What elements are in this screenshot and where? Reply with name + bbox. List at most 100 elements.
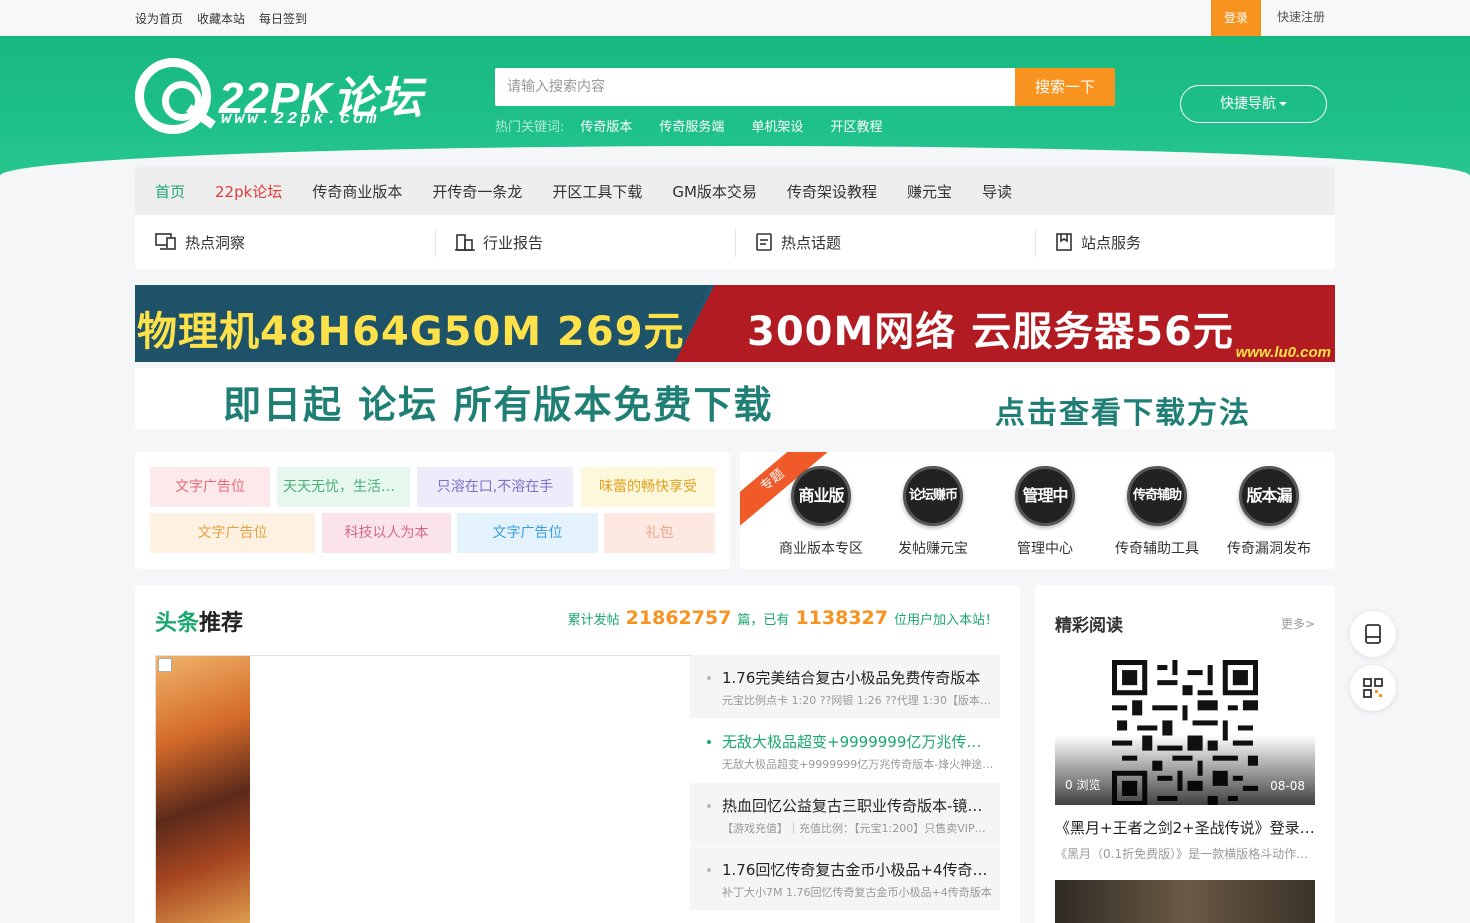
bugs-zone-icon: 版本漏洞 — [1239, 466, 1299, 559]
zone-label: 商业版本专区 — [779, 541, 863, 557]
site-stats: 累计发帖 21862757 篇，已有 1138327 位用户加入本站！ — [568, 607, 998, 629]
text-ad[interactable]: 天天无忧，生活无忧 — [277, 467, 410, 507]
text-ad[interactable]: 科技以人为本 — [322, 513, 451, 553]
quick-nav-button[interactable]: 快捷导航 — [1180, 85, 1327, 123]
stats-prefix: 累计发帖 — [567, 613, 620, 628]
list-item[interactable]: 1.76回忆传奇复古金币小极品+4传奇版本 补丁大小7M 1.76回忆传奇复古金… — [690, 847, 1000, 911]
subnav-item-service[interactable]: 站点服务 — [1035, 215, 1335, 269]
list-item[interactable]: 1.76完美结合复古小极品免费传奇版本 元宝比例点卡 1:20 ??网银 1:2… — [690, 655, 1000, 719]
list-item-title: 热血回忆公益复古三职业传奇版本-镜像服 — [722, 797, 994, 815]
text-ad[interactable]: 文字广告位 — [150, 513, 315, 553]
free-download-banner[interactable]: 即日起 论坛 所有版本免费下载 点击查看下载方法 — [135, 368, 1335, 429]
qrcode-float-button[interactable] — [1350, 665, 1396, 711]
sub-nav: 热点洞察 行业报告 热点话题 站点服务 — [135, 215, 1335, 269]
text-ad[interactable]: 只溶在口,不溶在手 — [417, 467, 573, 507]
zone-label: 发帖赚元宝 — [898, 541, 968, 557]
headline-list: 1.76完美结合复古小极品免费传奇版本 元宝比例点卡 1:20 ??网银 1:2… — [690, 655, 1000, 911]
post-count: 21862757 — [625, 607, 732, 629]
text-ad[interactable]: 味蕾的畅快享受 — [581, 467, 715, 507]
nav-item-commercial[interactable]: 传奇商业版本 — [312, 181, 402, 202]
subnav-item-insight[interactable]: 热点洞察 — [135, 215, 435, 269]
subnav-label: 热点洞察 — [185, 233, 246, 252]
hot-keywords-label: 热门关键词: — [495, 120, 565, 135]
bookmark-site-link[interactable]: 收藏本站 — [197, 10, 245, 27]
zone-earn[interactable]: 论坛赚币区 发帖赚元宝 — [877, 466, 989, 558]
list-item[interactable]: 热血回忆公益复古三职业传奇版本-镜像服 【游戏充值】｜充值比例：【元宝1:200… — [690, 783, 1000, 847]
logo-mark-icon — [135, 58, 211, 134]
stats-mid: 篇，已有 — [737, 613, 790, 628]
view-count: 0 浏览 — [1065, 778, 1101, 792]
qrcode-icon — [1363, 678, 1383, 698]
nav-item-tutorial[interactable]: 传奇架设教程 — [787, 181, 877, 202]
user-count: 1138327 — [795, 607, 888, 629]
daily-checkin-link[interactable]: 每日签到 — [259, 10, 307, 27]
banner-left-text: 物理机48H64G50M 269元 — [137, 309, 685, 355]
article-desc: 《黑月（0.1折免费版）》是一款横版格斗动作手游 — [1055, 847, 1315, 861]
monitor-icon — [155, 233, 176, 250]
subnav-label: 热点话题 — [781, 233, 842, 252]
nav-item-one-stop[interactable]: 开传奇一条龙 — [432, 181, 522, 202]
nav-item-home[interactable]: 首页 — [155, 181, 185, 202]
nav-item-tools[interactable]: 开区工具下载 — [552, 181, 642, 202]
zone-commercial[interactable]: 商业版本 商业版本专区 — [765, 466, 877, 559]
admin-zone-icon: 管理中心 — [1015, 466, 1075, 559]
banner2-right-text: 点击查看下载方法 — [995, 396, 1251, 429]
login-button[interactable]: 登录 — [1210, 0, 1261, 40]
text-ad[interactable]: 礼包 — [604, 513, 715, 553]
hot-keyword[interactable]: 开区教程 — [830, 116, 882, 135]
bookmark-icon — [1056, 233, 1072, 251]
subnav-item-topic[interactable]: 热点话题 — [735, 215, 1035, 269]
nav-item-forum[interactable]: 22pk论坛 — [215, 181, 282, 202]
headline-title-green: 头条 — [155, 611, 200, 636]
logo-url: www.22pk.com — [221, 110, 380, 129]
headline-image[interactable] — [155, 655, 690, 923]
subnav-item-report[interactable]: 行业报告 — [435, 215, 735, 269]
headline-panel: 头条推荐 累计发帖 21862757 篇，已有 1138327 位用户加入本站！… — [135, 585, 1020, 923]
list-item-desc: 无敌大极品超变+9999999亿万兆传奇版本-烽火神途-传奇 — [722, 758, 994, 771]
reading-card[interactable]: 0 浏览 08-08 — [1055, 655, 1315, 805]
search-input[interactable] — [495, 68, 1015, 106]
text-ad-panel: 文字广告位 天天无忧，生活无忧 只溶在口,不溶在手 味蕾的畅快享受 文字广告位 … — [135, 452, 730, 569]
headline-title-dark: 推荐 — [199, 611, 244, 636]
account-links: 登录 快速注册 — [1210, 0, 1325, 40]
post-date: 08-08 — [1270, 779, 1305, 793]
list-item[interactable]: 无敌大极品超变+9999999亿万兆传奇版本 无敌大极品超变+9999999亿万… — [690, 719, 1000, 783]
zone-bugs[interactable]: 版本漏洞 传奇漏洞发布 — [1213, 466, 1325, 559]
tablet-float-button[interactable] — [1350, 611, 1396, 657]
hot-keyword[interactable]: 传奇服务端 — [659, 116, 724, 135]
site-logo[interactable]: 22PK论坛 www.22pk.com — [135, 58, 435, 138]
quick-nav-label: 快捷导航 — [1220, 96, 1276, 112]
reading-card-image[interactable] — [1055, 880, 1315, 923]
list-item-desc: 【游戏充值】｜充值比例：【元宝1:200】只售卖VIP会员 — [722, 822, 994, 835]
top-bar: 设为首页 收藏本站 每日签到 登录 快速注册 — [0, 0, 1470, 40]
main-nav: 首页 22pk论坛 传奇商业版本 开传奇一条龙 开区工具下载 GM版本交易 传奇… — [135, 167, 1335, 215]
server-ad-banner[interactable]: 物理机48H64G50M 269元 300M网络 云服务器56元 www.lu0… — [135, 285, 1335, 362]
text-ad[interactable]: 文字广告位 — [150, 467, 270, 507]
hot-keyword[interactable]: 单机架设 — [751, 116, 803, 135]
zone-tools[interactable]: 传奇辅助区 传奇辅助工具 — [1101, 466, 1213, 558]
list-item-title: 无敌大极品超变+9999999亿万兆传奇版本 — [722, 733, 994, 751]
zone-label: 传奇漏洞发布 — [1227, 541, 1311, 557]
hot-keyword[interactable]: 传奇版本 — [580, 116, 632, 135]
text-ad[interactable]: 文字广告位 — [457, 513, 598, 553]
list-item-desc: 补丁大小7M 1.76回忆传奇复古金币小极品+4传奇版本 — [722, 886, 992, 899]
feature-zones: 专题 商业版本 商业版本专区 论坛赚币区 发帖赚元宝 管理中心 管理中心 传奇辅… — [740, 452, 1335, 569]
banner-right-text: 300M网络 云服务器56元 — [747, 309, 1234, 355]
reading-title: 精彩阅读 — [1055, 616, 1123, 636]
subnav-label: 站点服务 — [1081, 233, 1142, 252]
article-title[interactable]: 《黑月+王者之剑2+圣战传说》登录器免费 — [1055, 817, 1315, 838]
more-link[interactable]: 更多> — [1281, 615, 1315, 632]
zone-label: 管理中心 — [1017, 541, 1073, 557]
set-homepage-link[interactable]: 设为首页 — [135, 10, 183, 27]
nav-item-gm-trade[interactable]: GM版本交易 — [672, 181, 757, 202]
building-icon — [455, 234, 475, 251]
top-links: 设为首页 收藏本站 每日签到 — [135, 0, 307, 36]
nav-item-guide[interactable]: 导读 — [982, 181, 1012, 202]
featured-reading-panel: 精彩阅读 更多> 0 浏览 08-08 《黑月+王者之剑2+圣战传说》登录器 《… — [1035, 585, 1335, 923]
register-link[interactable]: 快速注册 — [1261, 0, 1325, 34]
tools-zone-icon: 传奇辅助区 — [1127, 466, 1187, 557]
nav-item-earn[interactable]: 赚元宝 — [907, 181, 952, 202]
search-button[interactable]: 搜索一下 — [1015, 68, 1115, 106]
hot-keywords: 热门关键词: 传奇版本 传奇服务端 单机架设 开区教程 — [495, 116, 909, 135]
zone-admin[interactable]: 管理中心 管理中心 — [989, 466, 1101, 559]
